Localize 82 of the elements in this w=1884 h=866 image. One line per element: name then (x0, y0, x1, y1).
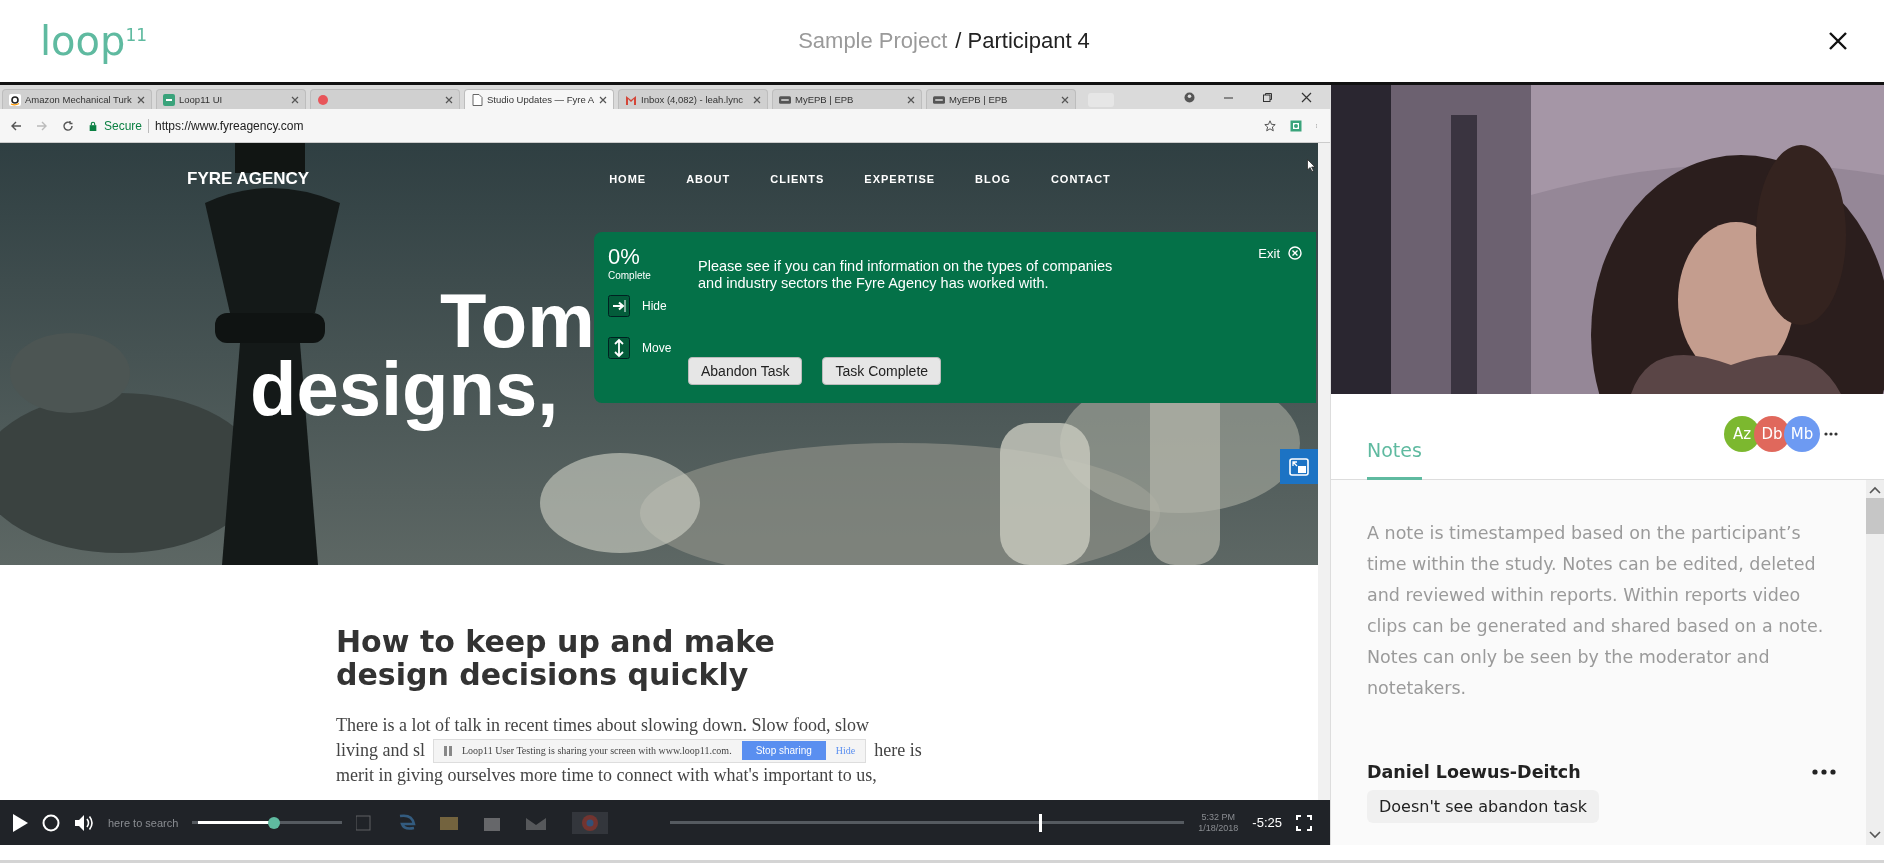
task-button[interactable]: Task Complete (822, 357, 942, 385)
taskbar-date: 1/18/2018 (1198, 822, 1239, 834)
more-icon[interactable] (1824, 432, 1838, 436)
browser-tab[interactable]: MyEPB | EPB (926, 89, 1076, 109)
play-icon[interactable] (12, 813, 28, 832)
taskbar-search-text: here to search (108, 816, 179, 829)
favicon-icon (779, 93, 791, 106)
picture-in-picture-icon (1289, 457, 1309, 476)
cursor-icon (1307, 159, 1316, 172)
notes-intro-text: A note is timestamped based on the participant’s time within the study. Notes can be edited, deleted and reviewed within reports. Within reports video clips can be generated and shared based on a note. Notes can only be seen by the moderator and notetakers. (1367, 522, 1825, 700)
browser-tab[interactable]: Inbox (4,082) - leah.lync (618, 89, 768, 109)
body-text: here is (874, 739, 922, 762)
slider-thumb[interactable] (268, 816, 281, 829)
scrollbar[interactable] (1866, 480, 1884, 845)
nav-link[interactable]: CLIENTS (770, 173, 825, 185)
tab-title: Studio Updates — Fyre A (487, 94, 595, 105)
page-icon (471, 93, 483, 106)
close-icon[interactable] (599, 95, 607, 104)
progress-label: Complete (608, 270, 651, 281)
avatar: Mb (1784, 416, 1820, 452)
lock-icon (88, 120, 98, 131)
body-text: There is a lot of talk in recent times about slowing down. Slow food, slow (336, 714, 870, 737)
more-icon[interactable] (1812, 769, 1836, 775)
exit-button[interactable]: Exit (1242, 246, 1302, 389)
scroll-down-icon[interactable] (1869, 831, 1881, 839)
nav-link[interactable]: HOME (609, 173, 647, 185)
account-icon[interactable] (1184, 92, 1195, 103)
circle-icon[interactable] (42, 813, 60, 832)
task-button[interactable]: Abandon Task (688, 357, 803, 385)
move-vertical-icon (608, 337, 630, 359)
tab-title: Inbox (4,082) - leah.lync (641, 94, 744, 105)
picture-in-picture-button[interactable] (1280, 449, 1318, 484)
volume-icon[interactable] (74, 813, 94, 832)
recording-dot-icon (317, 93, 329, 106)
progress-percent: 0% (608, 246, 641, 268)
tab-title: Amazon Mechanical Turk (25, 94, 133, 105)
body-text: living and sl (336, 739, 425, 762)
pause-icon (444, 745, 452, 756)
breadcrumb-current: / Participant 4 (955, 28, 1090, 54)
note-author: Daniel Loewus-Deitch (1367, 762, 1581, 782)
note-text: Doesn't see abandon task (1367, 790, 1600, 823)
back-icon[interactable] (10, 119, 22, 132)
article-title: How to keep up and make design decisions quickly (336, 625, 776, 691)
security-label: Secure (104, 118, 143, 133)
browser-tab[interactable]: Amazon Mechanical Turk (2, 89, 152, 109)
favicon-icon (933, 93, 945, 106)
close-icon[interactable] (1301, 92, 1312, 103)
taskbar-time: 5:32 PM (1201, 811, 1236, 823)
scrollbar-thumb[interactable] (1866, 498, 1884, 534)
fullscreen-icon[interactable] (1296, 814, 1312, 831)
nav-link[interactable]: ABOUT (686, 173, 731, 185)
task-instruction: Please see if you can find information on the types of companies and industry sectors the Fyre Agency has worked with. (698, 258, 1114, 292)
site-logo[interactable]: FYRE AGENCY (187, 169, 310, 189)
tab-title: MyEPB | EPB (949, 94, 1009, 105)
tab-title: MyEPB | EPB (795, 94, 855, 105)
nav-link[interactable]: EXPERTISE (864, 173, 936, 185)
browser-tab[interactable]: Studio Updates — Fyre A (464, 89, 614, 109)
browser-tab[interactable]: Loop11 UI (156, 89, 306, 109)
scrollbar[interactable] (1318, 143, 1330, 800)
close-circle-icon (1288, 246, 1302, 260)
star-icon[interactable] (1264, 119, 1276, 132)
close-icon[interactable] (1828, 31, 1848, 51)
playhead[interactable] (1038, 813, 1042, 832)
favicon-icon (9, 93, 21, 106)
scroll-up-icon[interactable] (1869, 486, 1881, 494)
tab-title: Loop11 UI (179, 94, 224, 105)
hide-control[interactable]: Hide (608, 295, 688, 317)
restore-icon[interactable] (1262, 92, 1273, 103)
url-text: https://www.fyreagency.com (155, 118, 304, 133)
sharing-message: Loop11 User Testing is sharing your screen with www.loop11.com. (462, 744, 732, 758)
favicon-icon (163, 93, 175, 106)
browser-tab[interactable]: MyEPB | EPB (772, 89, 922, 109)
hero-heading: Tom (440, 283, 595, 359)
nav-link[interactable]: CONTACT (1050, 173, 1111, 185)
reload-icon[interactable] (62, 119, 74, 132)
body-text: merit in giving ourselves more time to connect with what's important to us, (336, 764, 878, 787)
extension-icon[interactable] (1290, 119, 1302, 132)
time-remaining: -5:25 (1252, 815, 1282, 830)
mail-icon (625, 93, 637, 106)
nav-link[interactable]: BLOG (975, 173, 1011, 185)
arrow-right-icon (608, 295, 630, 317)
move-control[interactable]: Move (608, 337, 688, 359)
